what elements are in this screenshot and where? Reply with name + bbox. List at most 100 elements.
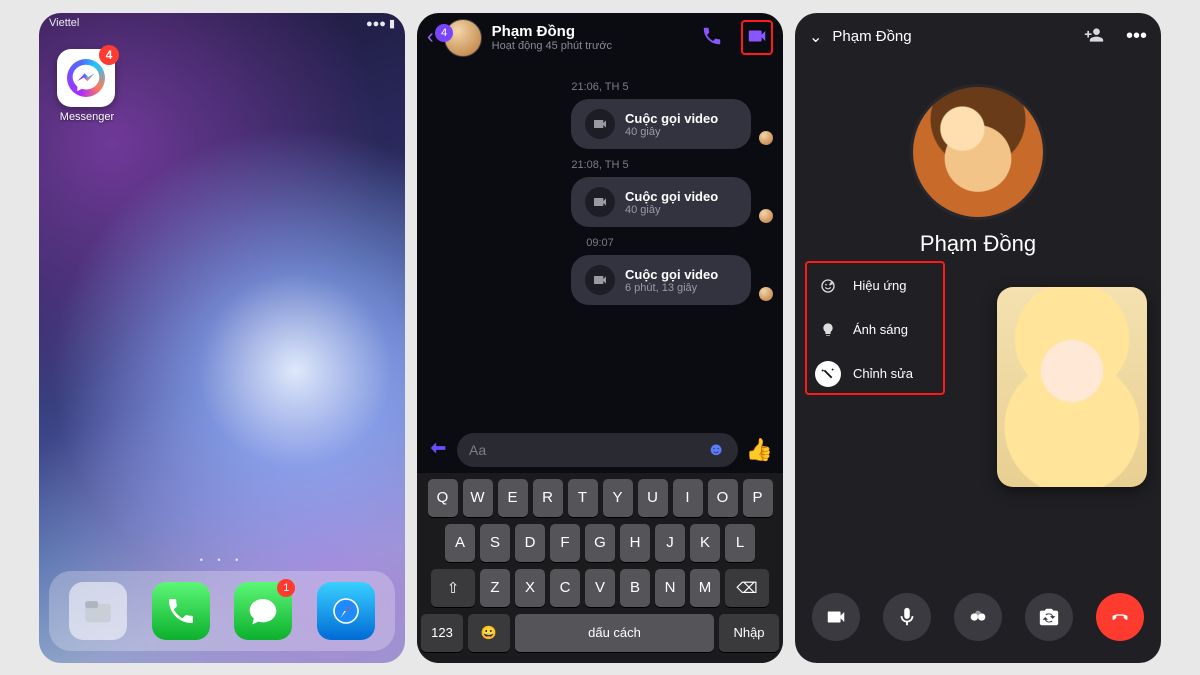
call-effects-button[interactable]: [954, 593, 1002, 641]
call-more-button[interactable]: •••: [1126, 25, 1147, 48]
keyboard-row-2: ASDFGHJKL: [421, 524, 779, 562]
seen-indicator: [759, 131, 773, 145]
home-screen: Viettel ●●● ▮ 4 Messenger • • • 1: [39, 13, 405, 663]
video-icon: [585, 109, 615, 139]
call-top-bar: ⌄ Phạm Đồng •••: [795, 13, 1161, 61]
page-indicator[interactable]: • • •: [39, 555, 405, 571]
call-body: Phạm Đồng Hiệu ứng Ánh sáng Chỉnh sửa: [795, 61, 1161, 583]
timestamp: 09:07: [427, 237, 773, 249]
contact-name: Phạm Đồng: [492, 23, 612, 40]
chat-screen: ‹ 4 Phạm Đồng Hoạt động 45 phút trước 21…: [417, 13, 783, 663]
dock-phone-icon[interactable]: [152, 582, 210, 640]
dock-files-icon[interactable]: [69, 582, 127, 640]
key[interactable]: U: [638, 479, 668, 517]
emoji-button[interactable]: ☻: [707, 439, 726, 460]
face-effects-icon: [815, 273, 841, 299]
video-icon: [585, 187, 615, 217]
flip-camera-button[interactable]: [1025, 593, 1073, 641]
key[interactable]: I: [673, 479, 703, 517]
key[interactable]: O: [708, 479, 738, 517]
key[interactable]: Y: [603, 479, 633, 517]
key[interactable]: R: [533, 479, 563, 517]
effects-option[interactable]: Hiệu ứng: [815, 273, 935, 299]
key[interactable]: W: [463, 479, 493, 517]
chat-header: ‹ 4 Phạm Đồng Hoạt động 45 phút trước: [417, 13, 783, 65]
key[interactable]: Nhập: [719, 614, 779, 652]
call-title: Cuộc gọi video: [625, 111, 718, 126]
effects-panel: Hiệu ứng Ánh sáng Chỉnh sửa: [805, 261, 945, 395]
like-button[interactable]: 👍: [746, 437, 773, 463]
message-thread[interactable]: 21:06, TH 5 Cuộc gọi video40 giây 21:08,…: [417, 65, 783, 427]
self-view[interactable]: [997, 287, 1147, 487]
key[interactable]: V: [585, 569, 615, 607]
key[interactable]: P: [743, 479, 773, 517]
bulb-icon: [815, 317, 841, 343]
key[interactable]: K: [690, 524, 720, 562]
lighting-option[interactable]: Ánh sáng: [815, 317, 935, 343]
key[interactable]: E: [498, 479, 528, 517]
key[interactable]: G: [585, 524, 615, 562]
key[interactable]: D: [515, 524, 545, 562]
call-duration: 40 giây: [625, 204, 718, 216]
message-input[interactable]: Aa ☻: [457, 433, 738, 467]
call-title: Cuộc gọi video: [625, 267, 718, 282]
key[interactable]: F: [550, 524, 580, 562]
toggle-mic-button[interactable]: [883, 593, 931, 641]
status-right: ●●● ▮: [366, 17, 395, 35]
key[interactable]: L: [725, 524, 755, 562]
key[interactable]: ⌫: [725, 569, 769, 607]
add-participant-button[interactable]: [1084, 25, 1104, 49]
call-log-bubble[interactable]: Cuộc gọi video6 phút, 13 giây: [571, 255, 751, 305]
key[interactable]: ⇧: [431, 569, 475, 607]
keyboard: QWERTYUIOP ASDFGHJKL ⇧ZXCVBNM⌫ 123😀dấu c…: [417, 473, 783, 663]
keyboard-row-1: QWERTYUIOP: [421, 479, 779, 517]
call-contact-name: Phạm Đồng: [832, 28, 911, 45]
video-call-button[interactable]: [741, 20, 773, 55]
dock-safari-icon[interactable]: [317, 582, 375, 640]
toggle-video-button[interactable]: [812, 593, 860, 641]
key[interactable]: dấu cách: [515, 614, 714, 652]
end-call-button[interactable]: [1096, 593, 1144, 641]
key[interactable]: Z: [480, 569, 510, 607]
header-titles[interactable]: Phạm Đồng Hoạt động 45 phút trước: [492, 23, 612, 52]
unread-count-badge: 4: [435, 24, 453, 42]
key[interactable]: 😀: [468, 614, 510, 652]
key[interactable]: A: [445, 524, 475, 562]
option-label: Chỉnh sửa: [853, 366, 913, 381]
key[interactable]: N: [655, 569, 685, 607]
contact-status: Hoạt động 45 phút trước: [492, 40, 612, 52]
seen-indicator: [759, 287, 773, 301]
key[interactable]: B: [620, 569, 650, 607]
minimize-button[interactable]: ⌄: [809, 27, 822, 47]
timestamp: 21:06, TH 5: [427, 81, 773, 93]
video-icon: [585, 265, 615, 295]
call-duration: 40 giây: [625, 126, 718, 138]
option-label: Hiệu ứng: [853, 278, 907, 293]
key[interactable]: Q: [428, 479, 458, 517]
call-log-bubble[interactable]: Cuộc gọi video40 giây: [571, 177, 751, 227]
key[interactable]: 123: [421, 614, 463, 652]
dock-messages-icon[interactable]: 1: [234, 582, 292, 640]
key[interactable]: H: [620, 524, 650, 562]
call-title: Cuộc gọi video: [625, 189, 718, 204]
key[interactable]: S: [480, 524, 510, 562]
messenger-badge: 4: [99, 45, 119, 65]
more-actions-button[interactable]: [427, 437, 449, 462]
key[interactable]: M: [690, 569, 720, 607]
call-log-bubble[interactable]: Cuộc gọi video40 giây: [571, 99, 751, 149]
key[interactable]: T: [568, 479, 598, 517]
back-button[interactable]: ‹ 4: [427, 26, 434, 49]
carrier-label: Viettel: [49, 17, 79, 35]
chevron-left-icon: ‹: [427, 26, 434, 49]
messenger-app-icon[interactable]: 4 Messenger: [57, 49, 117, 123]
key[interactable]: J: [655, 524, 685, 562]
key[interactable]: X: [515, 569, 545, 607]
remote-avatar: [913, 87, 1043, 217]
audio-call-button[interactable]: [701, 25, 723, 50]
edit-option[interactable]: Chỉnh sửa: [815, 361, 935, 387]
call-controls: [795, 583, 1161, 663]
option-label: Ánh sáng: [853, 322, 908, 337]
messages-badge: 1: [277, 579, 295, 597]
key[interactable]: C: [550, 569, 580, 607]
messenger-tile[interactable]: 4: [57, 49, 115, 107]
